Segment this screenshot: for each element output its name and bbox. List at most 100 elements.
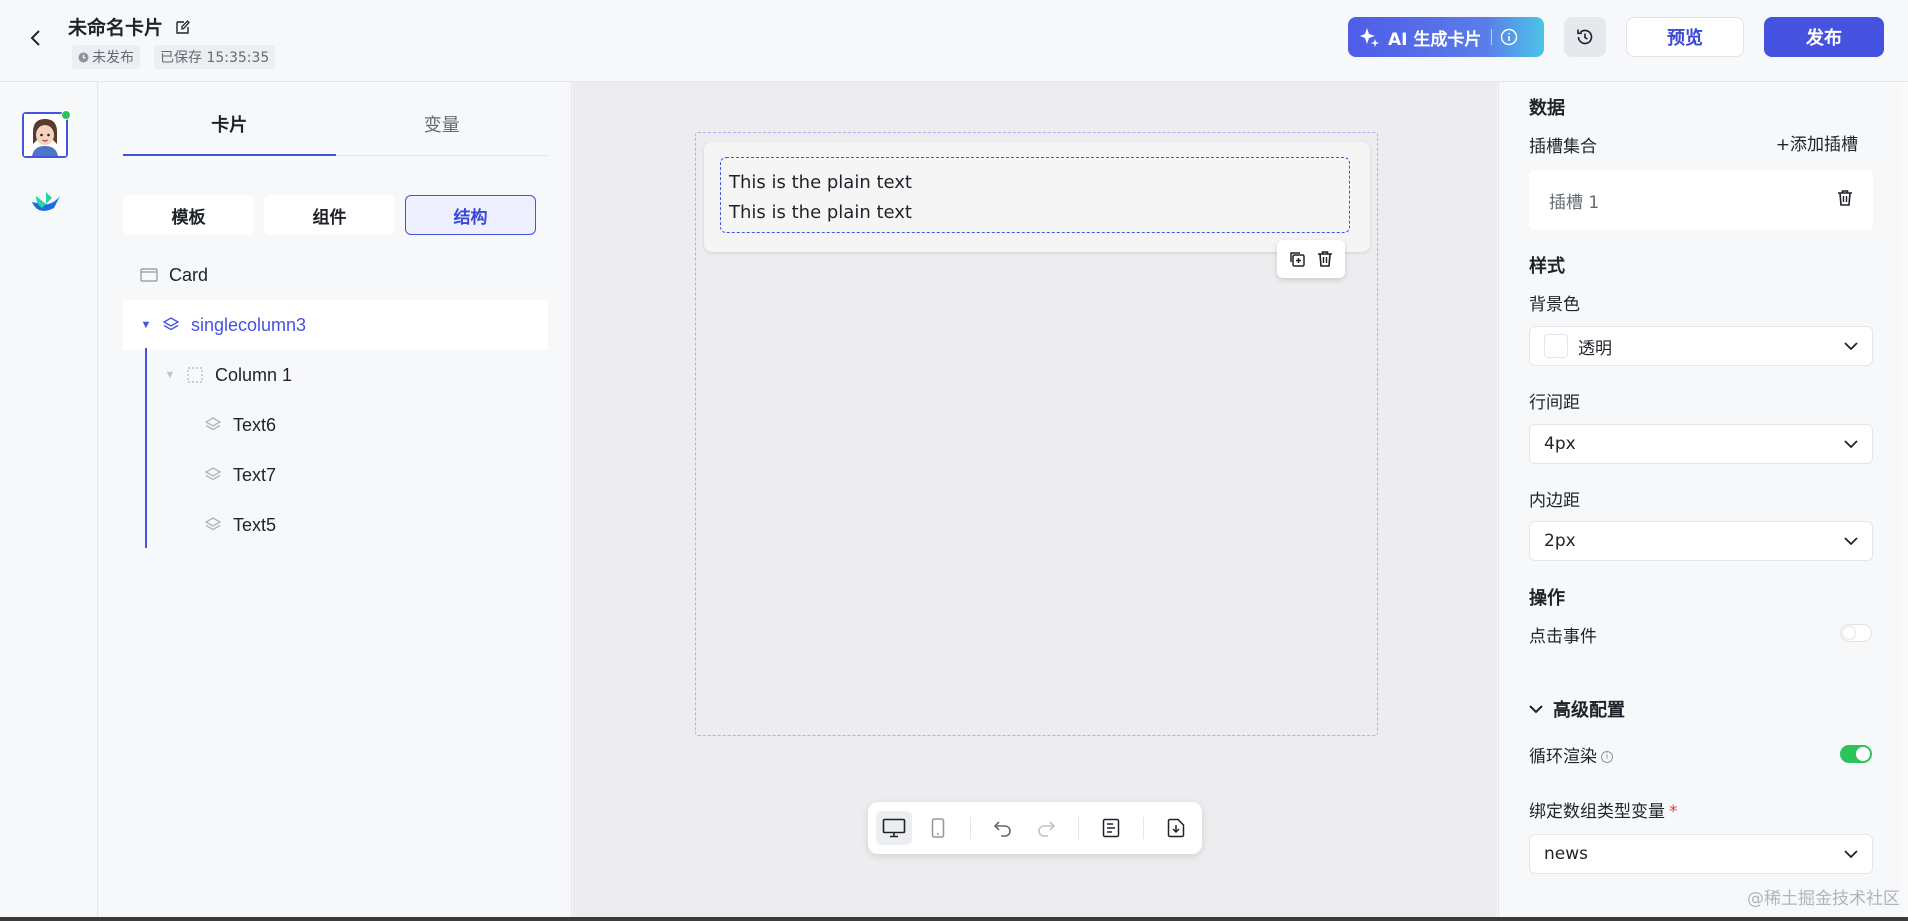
duplicate-icon[interactable]	[1286, 248, 1308, 270]
text-element[interactable]: This is the plain text	[729, 198, 1341, 228]
padding-label: 内边距	[1529, 491, 1580, 511]
chevron-down-icon	[1844, 440, 1858, 449]
tree-node-label: Text5	[233, 514, 277, 535]
caret-down-icon[interactable]: ▼	[163, 369, 177, 381]
publish-button[interactable]: 发布	[1764, 17, 1884, 57]
chevron-down-icon	[1844, 342, 1858, 351]
window-bottom-border	[0, 917, 1908, 921]
slot-name: 插槽 1	[1549, 192, 1600, 213]
chevron-down-icon	[1844, 537, 1858, 546]
canvas-toolbar	[868, 802, 1202, 854]
card-preview[interactable]: This is the plain text This is the plain…	[704, 142, 1370, 252]
online-status-dot	[61, 110, 71, 120]
slots-label: 插槽集合	[1529, 137, 1597, 157]
section-title-action: 操作	[1529, 588, 1565, 609]
layers-icon	[203, 515, 223, 535]
avatar[interactable]	[22, 110, 71, 158]
panel-tabs: 卡片 变量	[123, 106, 548, 156]
divider	[1078, 817, 1080, 839]
chevron-down-icon	[1844, 850, 1858, 859]
tab-card[interactable]: 卡片	[123, 106, 336, 156]
ai-generate-card-button[interactable]: AI 生成卡片	[1348, 17, 1544, 57]
editor-canvas: This is the plain text This is the plain…	[573, 82, 1497, 921]
layers-icon	[161, 315, 181, 335]
scrollbar[interactable]	[1902, 82, 1908, 921]
delete-icon[interactable]	[1837, 189, 1853, 212]
text-element[interactable]: This is the plain text	[729, 168, 1341, 198]
section-title-data: 数据	[1529, 98, 1565, 119]
tree-guide-line	[145, 348, 147, 548]
tree-node-label: Text6	[233, 414, 277, 435]
chevron-down-icon	[1529, 705, 1543, 714]
redo-icon[interactable]	[1029, 811, 1065, 845]
element-toolbar	[1277, 240, 1345, 278]
select-value: 2px	[1544, 531, 1576, 551]
left-rail	[0, 82, 98, 921]
tree-node-label: Card	[169, 264, 209, 285]
segment-structure[interactable]: 结构	[405, 195, 536, 235]
tree-node-text[interactable]: Text5	[123, 500, 548, 550]
undo-icon[interactable]	[985, 811, 1021, 845]
slot-item[interactable]: 插槽 1	[1529, 170, 1873, 230]
edit-title-icon[interactable]	[173, 17, 193, 37]
padding-select[interactable]: 2px	[1529, 521, 1873, 561]
info-icon[interactable]: i	[1601, 751, 1613, 763]
delete-icon[interactable]	[1314, 248, 1336, 270]
tree-node-column[interactable]: ▼ Column 1	[123, 350, 548, 400]
card-icon	[139, 265, 159, 285]
segment-templates[interactable]: 模板	[123, 195, 254, 235]
structure-tree: Card ▼ singlecolumn3 ▼ Column 1 Text6 Te…	[123, 250, 548, 550]
mobile-view-icon[interactable]	[920, 811, 956, 845]
saved-time-badge: 已保存 15:35:35	[154, 45, 276, 69]
select-value: news	[1544, 844, 1588, 864]
line-gap-select[interactable]: 4px	[1529, 424, 1873, 464]
bg-color-select[interactable]: 透明	[1529, 326, 1873, 366]
click-event-label: 点击事件	[1529, 627, 1597, 647]
history-icon	[1577, 29, 1593, 45]
loop-render-label: 循环渲染 i	[1529, 742, 1613, 767]
code-view-icon[interactable]	[1093, 811, 1129, 845]
card-frame[interactable]: This is the plain text This is the plain…	[695, 132, 1378, 736]
desktop-view-icon[interactable]	[876, 811, 912, 845]
sparkle-icon	[1360, 28, 1379, 47]
tree-node-text[interactable]: Text7	[123, 450, 548, 500]
tree-node-card[interactable]: Card	[123, 250, 548, 300]
back-arrow-icon[interactable]	[22, 24, 50, 52]
import-icon[interactable]	[1158, 811, 1194, 845]
bind-array-label: 绑定数组类型变量 *	[1529, 802, 1678, 822]
column-icon	[185, 365, 205, 385]
add-slot-button[interactable]: +添加插槽	[1776, 130, 1858, 155]
advanced-config-header[interactable]: 高级配置	[1529, 696, 1625, 722]
tree-node-label: Column 1	[215, 364, 293, 385]
watermark: @稀土掘金技术社区	[1747, 889, 1900, 909]
tree-node-label: singlecolumn3	[191, 314, 307, 335]
clock-icon	[78, 52, 89, 62]
segment-components[interactable]: 组件	[264, 195, 395, 235]
line-gap-label: 行间距	[1529, 393, 1580, 413]
history-button[interactable]	[1564, 17, 1606, 57]
caret-down-icon[interactable]: ▼	[139, 319, 153, 331]
info-icon	[1501, 28, 1518, 46]
required-asterisk: *	[1669, 802, 1678, 822]
tree-node-text[interactable]: Text6	[123, 400, 548, 450]
divider	[969, 817, 971, 839]
tree-node-singlecolumn[interactable]: ▼ singlecolumn3	[123, 300, 548, 350]
layers-icon	[203, 415, 223, 435]
segment-control: 模板 组件 结构	[123, 195, 536, 235]
bot-logo-icon[interactable]	[26, 182, 66, 222]
column-selection[interactable]: This is the plain text This is the plain…	[720, 157, 1350, 233]
tab-variables[interactable]: 变量	[336, 106, 549, 155]
bg-color-label: 背景色	[1529, 295, 1580, 315]
click-event-toggle[interactable]	[1840, 624, 1872, 642]
loop-render-toggle[interactable]	[1840, 745, 1872, 763]
layers-icon	[203, 465, 223, 485]
divider	[1143, 817, 1145, 839]
bind-array-select[interactable]: news	[1529, 834, 1873, 874]
publish-status-badge: 未发布	[72, 45, 140, 69]
preview-button[interactable]: 预览	[1626, 17, 1744, 57]
properties-panel: 数据 插槽集合 +添加插槽 插槽 1 样式 背景色 透明 行间距 4px 内边距…	[1498, 82, 1908, 921]
divider	[1491, 29, 1493, 45]
header: 未命名卡片 未发布 已保存 15:35:35 AI 生成卡片 预览 发布	[0, 0, 1908, 82]
tree-node-label: Text7	[233, 464, 277, 485]
structure-panel: 卡片 变量 模板 组件 结构 Card ▼ singlecolumn3 ▼ Co…	[99, 82, 572, 921]
